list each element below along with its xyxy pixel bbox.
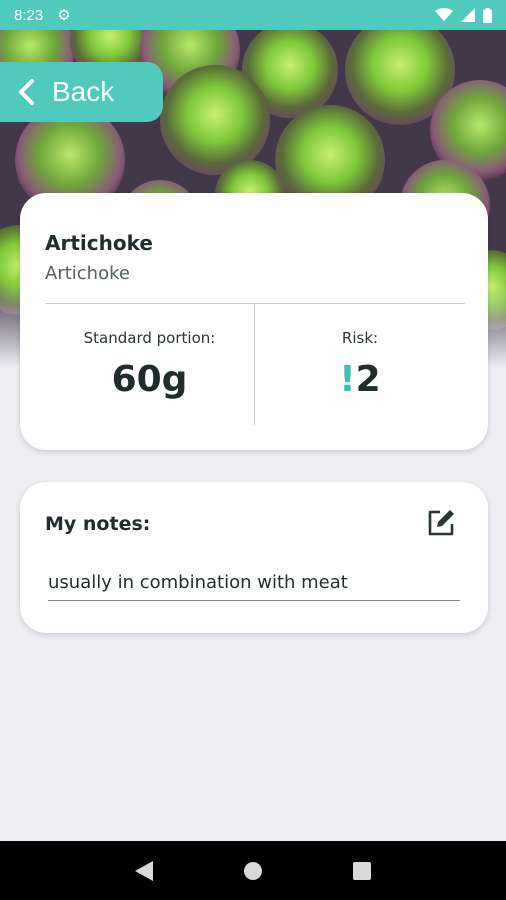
chevron-left-icon	[16, 78, 36, 106]
food-title: Artichoke	[45, 231, 153, 255]
battery-icon	[483, 7, 492, 23]
risk-value: 2	[355, 359, 381, 400]
notes-input[interactable]	[48, 565, 460, 601]
notes-card: My notes:	[20, 482, 488, 633]
status-icons	[435, 7, 492, 23]
food-info-card: Artichoke Artichoke Standard portion: 60…	[20, 193, 488, 450]
navigation-bar	[0, 841, 506, 900]
back-button[interactable]: Back	[0, 62, 163, 122]
portion-label: Standard portion:	[83, 329, 216, 347]
nav-recents-icon[interactable]	[342, 851, 382, 891]
back-label: Back	[52, 76, 115, 107]
edit-pencil-icon[interactable]	[425, 507, 457, 539]
cellular-signal-icon	[461, 8, 475, 22]
risk-section: Risk: !2	[255, 303, 465, 425]
food-subtitle: Artichoke	[45, 263, 130, 284]
portion-section: Standard portion: 60g	[45, 303, 254, 425]
status-bar: 8:23 ⚙	[0, 0, 506, 30]
risk-label: Risk:	[341, 329, 379, 347]
risk-value-container: !2	[255, 359, 465, 400]
notes-title: My notes:	[45, 513, 151, 535]
portion-value: 60g	[111, 359, 188, 400]
settings-gear-icon: ⚙	[57, 7, 71, 24]
nav-home-icon[interactable]	[233, 851, 273, 891]
wifi-icon	[435, 8, 453, 22]
risk-exclamation-mark: !	[339, 359, 356, 400]
nav-back-icon[interactable]	[124, 851, 164, 891]
status-time: 8:23	[14, 6, 44, 24]
